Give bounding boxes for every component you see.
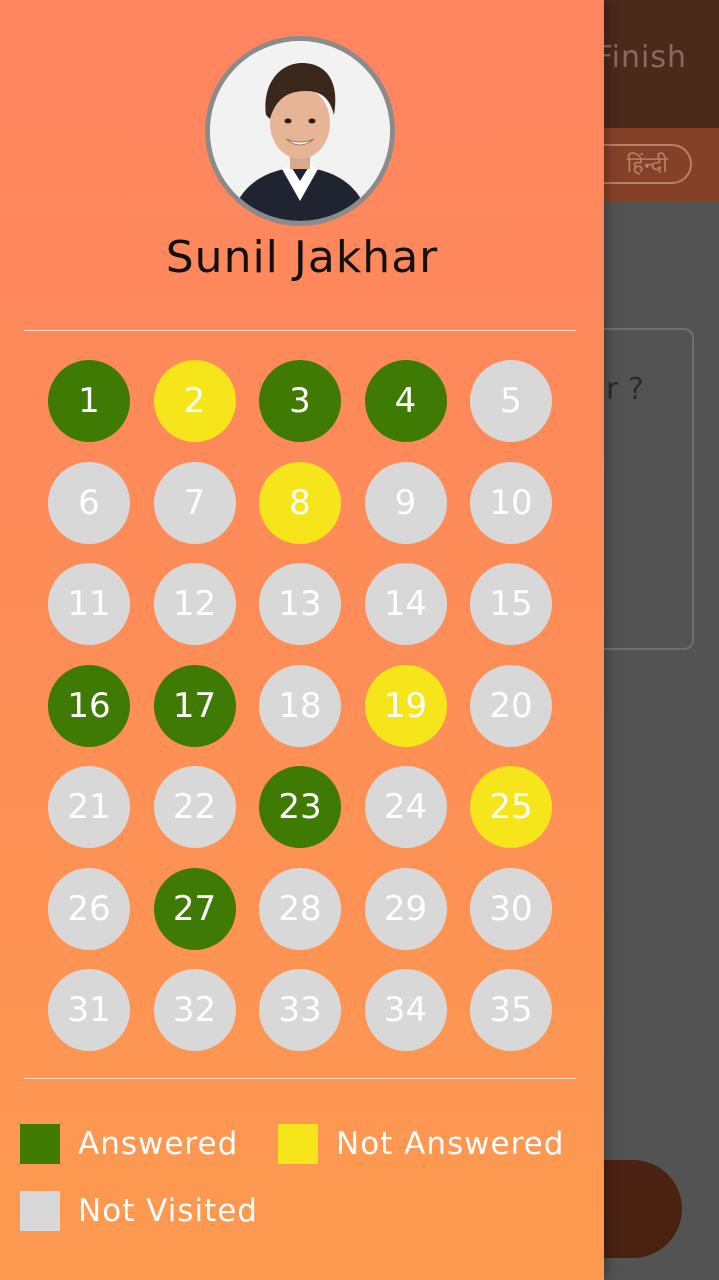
question-button-34[interactable]: 34 xyxy=(364,969,447,1051)
question-button-25[interactable]: 25 xyxy=(470,766,552,848)
question-button-18[interactable]: 18 xyxy=(259,664,341,747)
question-palette-drawer: Sunil Jakhar 1 2 3 4 5 6 7 8 9 10 11 12 13 14 15 16 17 18… xyxy=(0,0,604,1280)
question-button-21[interactable]: 21 xyxy=(48,766,130,848)
question-button-19[interactable]: 19 xyxy=(364,664,447,747)
not-visited-swatch xyxy=(20,1191,60,1231)
question-grid: 1 2 3 4 5 6 7 8 9 10 11 12 13 14 15 16 17 18 19 20 21 22 23 24 2… xyxy=(48,360,552,1051)
question-button-33[interactable]: 33 xyxy=(259,969,341,1051)
legend-not-answered: Not Answered xyxy=(278,1124,564,1164)
question-button-9[interactable]: 9 xyxy=(364,461,447,544)
user-photo xyxy=(210,41,390,221)
legend-label: Not Answered xyxy=(336,1126,565,1162)
question-button-8[interactable]: 8 xyxy=(259,461,341,544)
question-button-17[interactable]: 17 xyxy=(153,664,236,747)
question-button-7[interactable]: 7 xyxy=(153,461,236,544)
question-button-6[interactable]: 6 xyxy=(48,461,130,544)
question-button-3[interactable]: 3 xyxy=(259,360,341,442)
legend-not-visited: Not Visited xyxy=(20,1191,258,1231)
question-button-10[interactable]: 10 xyxy=(470,461,552,544)
legend-label: Answered xyxy=(78,1126,239,1162)
question-button-31[interactable]: 31 xyxy=(48,969,130,1051)
question-button-16[interactable]: 16 xyxy=(48,664,130,747)
question-text: r ? xyxy=(606,372,644,407)
question-button-2[interactable]: 2 xyxy=(153,360,236,442)
user-name: Sunil Jakhar xyxy=(165,232,439,283)
legend-label: Not Visited xyxy=(78,1193,258,1229)
not-answered-swatch xyxy=(278,1124,318,1164)
question-button-27[interactable]: 27 xyxy=(153,867,236,950)
divider xyxy=(24,1078,576,1079)
question-button-1[interactable]: 1 xyxy=(48,360,130,442)
question-button-30[interactable]: 30 xyxy=(470,867,552,950)
question-button-35[interactable]: 35 xyxy=(470,969,552,1051)
finish-button[interactable]: Finish xyxy=(596,40,687,75)
question-button-29[interactable]: 29 xyxy=(364,867,447,950)
question-button-32[interactable]: 32 xyxy=(153,969,236,1051)
question-button-22[interactable]: 22 xyxy=(153,766,236,848)
question-button-13[interactable]: 13 xyxy=(259,563,341,645)
question-button-24[interactable]: 24 xyxy=(364,766,447,848)
question-button-20[interactable]: 20 xyxy=(470,664,552,747)
question-button-28[interactable]: 28 xyxy=(259,867,341,950)
question-button-15[interactable]: 15 xyxy=(470,563,552,645)
answered-swatch xyxy=(20,1124,60,1164)
question-button-4[interactable]: 4 xyxy=(364,360,447,442)
question-button-11[interactable]: 11 xyxy=(48,563,130,645)
question-button-14[interactable]: 14 xyxy=(364,563,447,645)
question-button-5[interactable]: 5 xyxy=(470,360,552,442)
question-button-23[interactable]: 23 xyxy=(259,766,341,848)
question-button-12[interactable]: 12 xyxy=(153,563,236,645)
avatar xyxy=(205,36,395,226)
divider xyxy=(24,330,576,331)
legend-answered: Answered xyxy=(20,1124,238,1164)
question-button-26[interactable]: 26 xyxy=(48,867,130,950)
